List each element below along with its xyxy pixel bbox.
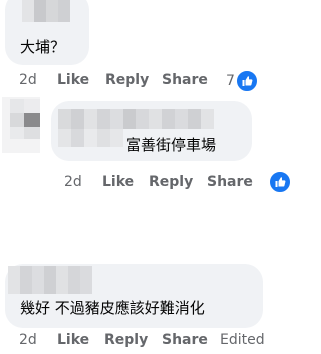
comment-time[interactable]: 2d [64,174,82,190]
commenter-name-blurred [58,129,123,147]
share-button[interactable]: Share [162,332,208,348]
comment-time[interactable]: 2d [19,72,37,88]
thumbs-up-icon[interactable] [235,69,259,93]
comment-text: 大埔？ [20,38,66,56]
reaction-count[interactable]: 7 [226,73,235,89]
edited-label[interactable]: Edited [220,332,265,348]
comment-text: 富善街停車場 [126,136,217,154]
avatar[interactable] [2,97,40,153]
commenter-name-blurred [58,109,214,129]
reply-button[interactable]: Reply [104,332,148,348]
comment-text: 幾好 不過豬皮應該好難消化 [20,299,205,317]
share-button[interactable]: Share [207,174,253,190]
reply-button[interactable]: Reply [149,174,193,190]
reply-button[interactable]: Reply [105,72,149,88]
commenter-name-blurred [8,266,92,294]
comment-time[interactable]: 2d [19,332,37,348]
like-button[interactable]: Like [57,332,89,348]
like-button[interactable]: Like [102,174,134,190]
commenter-name-blurred [22,0,70,22]
like-button[interactable]: Like [57,72,89,88]
share-button[interactable]: Share [162,72,208,88]
thumbs-up-icon[interactable] [268,170,292,194]
